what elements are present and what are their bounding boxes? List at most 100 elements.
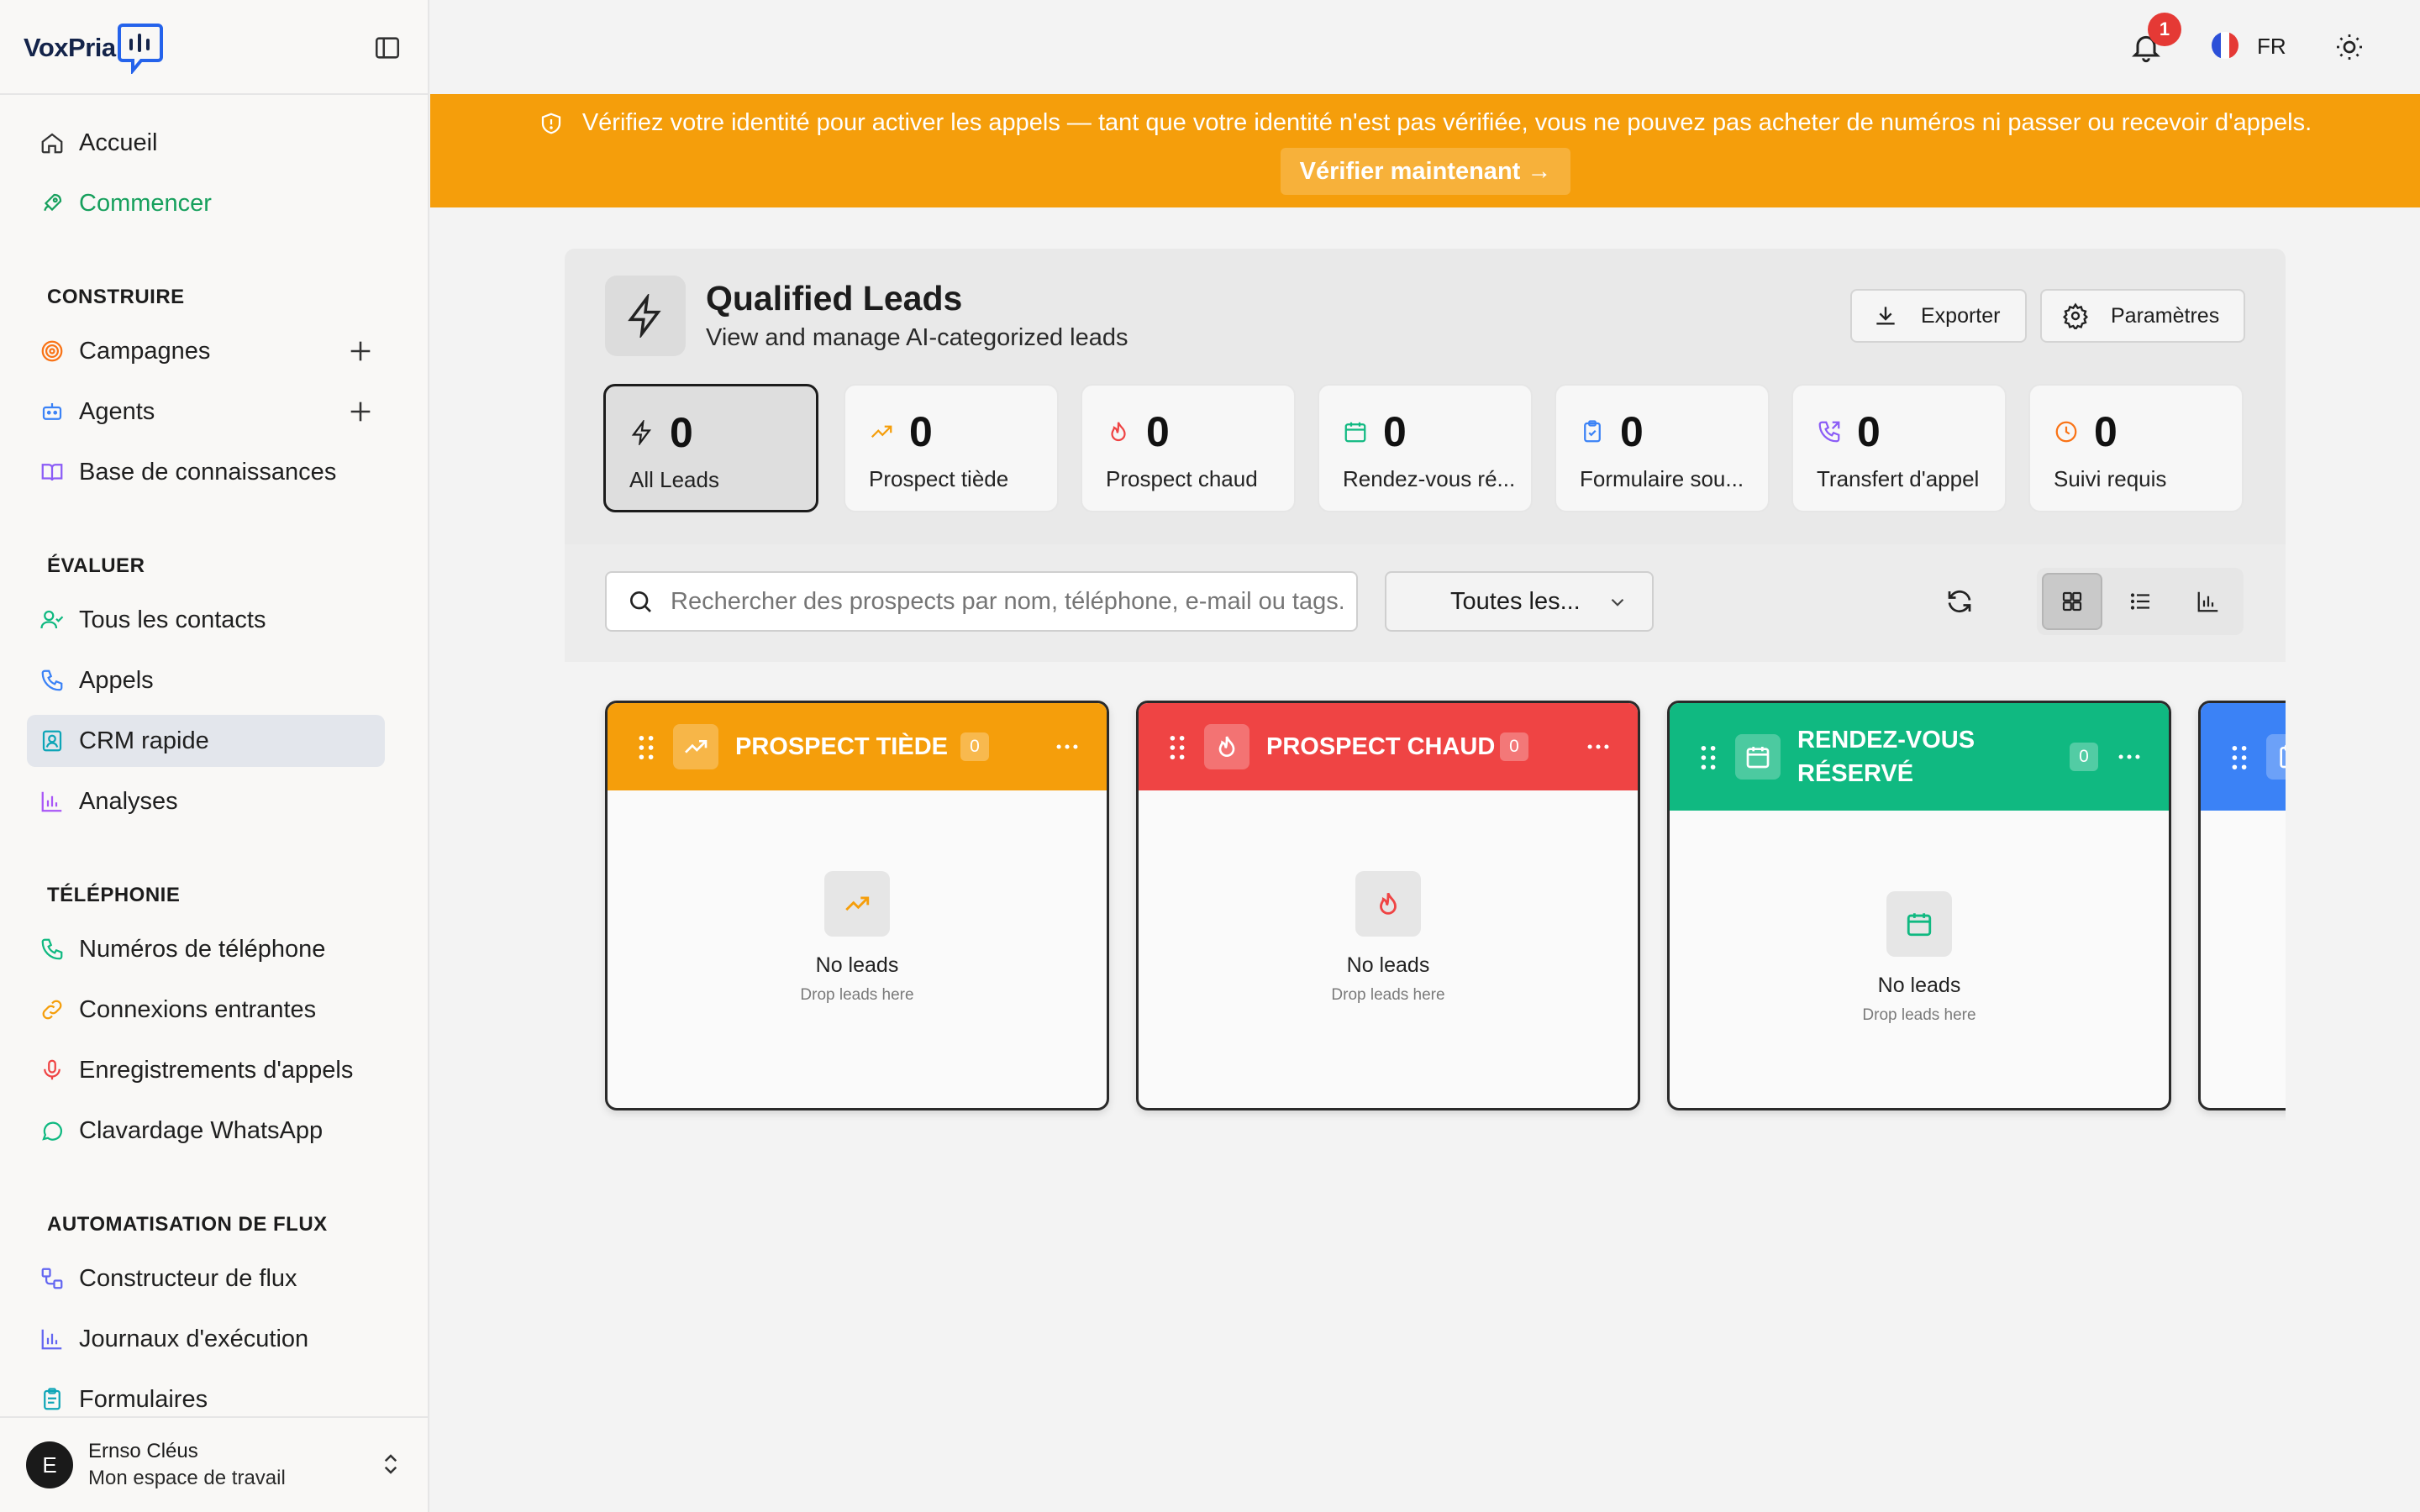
empty-state: No leads Drop leads here xyxy=(1139,871,1638,1005)
stat-card-rendez-vous[interactable]: 0 Rendez-vous ré... xyxy=(1318,384,1533,512)
refresh-icon[interactable] xyxy=(1944,586,1975,617)
sun-icon[interactable] xyxy=(2334,32,2365,62)
app-logo[interactable]: VoxPria xyxy=(24,22,165,74)
shield-icon xyxy=(541,113,560,134)
empty-state: No leads Drop leads here xyxy=(608,871,1107,1005)
sidebar-item-constructeur[interactable]: Constructeur de flux xyxy=(27,1252,385,1305)
chat-bubble-icon xyxy=(37,1116,67,1146)
banner-text: Vérifiez votre identité pour activer les… xyxy=(581,109,2312,136)
sidebar-item-label: Appels xyxy=(79,666,154,694)
sidebar-item-label: Numéros de téléphone xyxy=(79,935,326,963)
sidebar-item-analyses[interactable]: Analyses xyxy=(27,775,385,827)
stat-card-formulaire[interactable]: 0 Formulaire sou... xyxy=(1555,384,1770,512)
notification-badge: 1 xyxy=(2148,13,2181,46)
sidebar-item-crm-rapide[interactable]: CRM rapide xyxy=(27,715,385,767)
empty-title: No leads xyxy=(1346,953,1430,977)
sidebar-item-enregistrements[interactable]: Enregistrements d'appels xyxy=(27,1044,385,1096)
stat-card-suivi[interactable]: 0 Suivi requis xyxy=(2028,384,2244,512)
clipboard-check-icon xyxy=(1584,420,1601,443)
sidebar-item-numeros[interactable]: Numéros de téléphone xyxy=(27,923,385,975)
kanban-column-prospect-tiede[interactable]: PROSPECT TIÈDE 0 No leads Drop leads her… xyxy=(605,701,1109,1110)
rocket-icon xyxy=(37,188,67,218)
sidebar-item-connexions[interactable]: Connexions entrantes xyxy=(27,984,385,1036)
more-options-icon[interactable] xyxy=(1053,732,1081,761)
stat-card-all-leads[interactable]: 0 All Leads xyxy=(603,384,818,512)
more-options-icon[interactable] xyxy=(1584,732,1612,761)
sidebar-item-label: CRM rapide xyxy=(79,727,209,754)
app-name: VoxPria xyxy=(24,33,116,62)
sidebar-item-contacts[interactable]: Tous les contacts xyxy=(27,594,385,646)
language-selector[interactable]: FR xyxy=(2257,34,2286,60)
stat-label: All Leads xyxy=(629,467,719,492)
search-input[interactable] xyxy=(671,587,1343,616)
stat-card-prospect-tiede[interactable]: 0 Prospect tiède xyxy=(844,384,1059,512)
sidebar-item-label: Agents xyxy=(79,397,155,425)
phone-icon xyxy=(37,665,67,696)
search-icon xyxy=(630,591,651,612)
contact-card-icon xyxy=(37,726,67,756)
download-icon xyxy=(1876,307,1895,325)
chart-view-button[interactable] xyxy=(2178,573,2238,630)
chevrons-up-down-icon[interactable] xyxy=(378,1452,403,1477)
stat-count: 0 xyxy=(1620,408,1644,455)
drag-handle-icon[interactable] xyxy=(1169,735,1186,760)
stat-count: 0 xyxy=(2094,408,2118,455)
section-evaluer: ÉVALUER xyxy=(47,554,145,577)
sidebar-item-label: Journaux d'exécution xyxy=(79,1325,309,1352)
workspace-name: Mon espace de travail xyxy=(88,1467,286,1489)
column-header: RENDEZ-VOUS RÉSERVÉ 0 xyxy=(1670,703,2169,811)
sidebar: VoxPria Accueil Commencer CONSTRUIRE Cam… xyxy=(0,0,429,1512)
stat-card-prospect-chaud[interactable]: 0 Prospect chaud xyxy=(1081,384,1296,512)
flame-icon xyxy=(1111,422,1126,442)
user-name: Ernso Cléus xyxy=(88,1440,198,1462)
logo-row: VoxPria xyxy=(0,0,428,95)
column-title-line: RÉSERVÉ xyxy=(1797,760,1914,787)
empty-state: No leads Drop leads here xyxy=(1670,891,2169,1025)
trending-up-icon xyxy=(673,724,718,769)
bar-chart-icon xyxy=(37,1324,67,1354)
export-label: Exporter xyxy=(1921,303,2001,328)
stat-count: 0 xyxy=(1383,408,1407,455)
verification-banner: Vérifiez votre identité pour activer les… xyxy=(430,94,2420,207)
kanban-view-button[interactable] xyxy=(2042,573,2102,630)
more-options-icon[interactable] xyxy=(2115,743,2144,771)
stat-label: Prospect tiède xyxy=(869,466,1009,491)
drag-handle-icon[interactable] xyxy=(1700,745,1717,770)
column-header xyxy=(2201,703,2286,811)
sidebar-item-base-connaissances[interactable]: Base de connaissances xyxy=(27,446,385,498)
list-view-button[interactable] xyxy=(2111,573,2171,630)
category-select[interactable]: Toutes les... xyxy=(1385,571,1654,632)
view-toggle-group xyxy=(2037,568,2244,635)
france-flag-icon[interactable] xyxy=(2212,32,2238,59)
banner-message: Vérifiez votre identité pour activer les… xyxy=(430,109,2420,137)
calendar-icon xyxy=(1735,734,1781,780)
search-box[interactable] xyxy=(605,571,1358,632)
flame-icon xyxy=(1204,724,1249,769)
stat-card-transfert[interactable]: 0 Transfert d'appel xyxy=(1791,384,2007,512)
sidebar-item-appels[interactable]: Appels xyxy=(27,654,385,706)
column-count: 0 xyxy=(2070,743,2098,771)
kanban-column-prospect-chaud[interactable]: PROSPECT CHAUD 0 No leads Drop leads her… xyxy=(1136,701,1640,1110)
sidebar-toggle-icon[interactable] xyxy=(373,34,402,62)
sidebar-item-commencer[interactable]: Commencer xyxy=(27,177,385,229)
sidebar-item-journaux[interactable]: Journaux d'exécution xyxy=(27,1313,385,1365)
verify-now-button[interactable]: Vérifier maintenant → xyxy=(1281,148,1570,195)
add-agent-icon[interactable] xyxy=(346,397,375,426)
sidebar-item-whatsapp[interactable]: Clavardage WhatsApp xyxy=(27,1105,385,1157)
add-campaign-icon[interactable] xyxy=(346,337,375,365)
avatar[interactable]: E xyxy=(26,1441,73,1488)
sidebar-item-agents[interactable]: Agents xyxy=(27,386,385,438)
drag-handle-icon[interactable] xyxy=(2231,745,2248,770)
export-button[interactable]: Exporter xyxy=(1850,289,2027,343)
target-icon xyxy=(37,336,67,366)
kanban-column-rendez-vous[interactable]: RENDEZ-VOUS RÉSERVÉ 0 No leads Drop leads… xyxy=(1667,701,2171,1110)
sidebar-item-campagnes[interactable]: Campagnes xyxy=(27,325,385,377)
settings-button[interactable]: Paramètres xyxy=(2040,289,2245,343)
bot-icon xyxy=(37,396,67,427)
sidebar-item-accueil[interactable]: Accueil xyxy=(27,117,385,169)
workflow-icon xyxy=(37,1263,67,1294)
kanban-column-formulaire[interactable] xyxy=(2198,701,2286,1110)
settings-label: Paramètres xyxy=(2111,303,2220,328)
stat-label: Prospect chaud xyxy=(1106,466,1258,491)
drag-handle-icon[interactable] xyxy=(638,735,655,760)
